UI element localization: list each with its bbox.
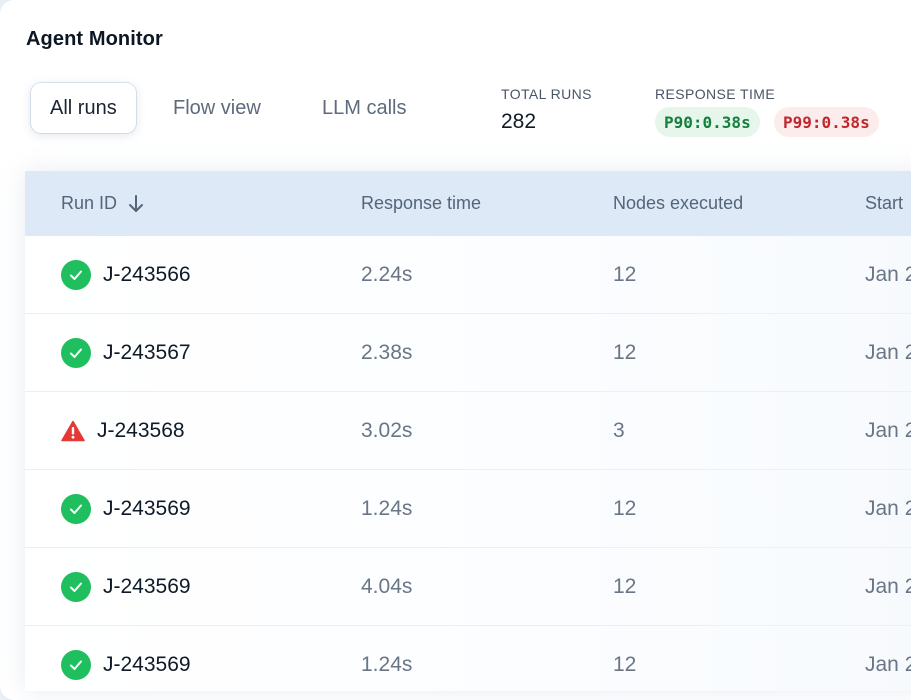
response-time-cell: 2.38s xyxy=(361,341,413,364)
start-cell: Jan 2 xyxy=(865,419,911,442)
arrow-down-icon[interactable] xyxy=(127,194,145,214)
p99-badge: P99:0.38s xyxy=(774,107,879,137)
check-circle-icon xyxy=(61,650,91,680)
total-runs-label: TOTAL RUNS xyxy=(501,86,592,102)
run-id-text[interactable]: J-243569 xyxy=(103,653,191,677)
tab-flow-view[interactable]: Flow view xyxy=(173,83,261,133)
start-cell: Jan 2 xyxy=(865,575,911,598)
runs-table: Run ID Response time Nodes executed Star… xyxy=(25,171,911,691)
check-circle-icon xyxy=(61,260,91,290)
tab-all-runs[interactable]: All runs xyxy=(31,83,136,133)
table-row[interactable]: J-243567 2.38s 12 Jan 2 xyxy=(25,314,911,392)
tab-llm-calls[interactable]: LLM calls xyxy=(322,83,406,133)
column-header-start[interactable]: Start xyxy=(865,171,903,236)
app-title: Agent Monitor xyxy=(26,28,163,50)
agent-monitor-panel: Agent Monitor All runs Flow view LLM cal… xyxy=(0,0,911,700)
table-header: Run ID Response time Nodes executed Star… xyxy=(25,171,911,236)
p90-badge: P90:0.38s xyxy=(655,107,760,137)
table-row[interactable]: J-243566 2.24s 12 Jan 2 xyxy=(25,236,911,314)
response-time-cell: 4.04s xyxy=(361,575,413,598)
run-id-text[interactable]: J-243568 xyxy=(97,419,185,443)
response-time-cell: 1.24s xyxy=(361,653,413,676)
column-header-run-id[interactable]: Run ID xyxy=(61,171,145,236)
nodes-executed-cell: 12 xyxy=(613,497,637,520)
run-id-cell: J-243569 xyxy=(61,548,191,626)
start-cell: Jan 2 xyxy=(865,497,911,520)
column-header-response-time[interactable]: Response time xyxy=(361,171,481,236)
run-id-cell: J-243569 xyxy=(61,470,191,548)
check-circle-icon xyxy=(61,338,91,368)
table-row[interactable]: J-243569 1.24s 12 Jan 2 xyxy=(25,470,911,548)
start-cell: Jan 2 xyxy=(865,263,911,286)
nodes-executed-cell: 3 xyxy=(613,419,625,442)
run-id-text[interactable]: J-243569 xyxy=(103,575,191,599)
response-time-cell: 2.24s xyxy=(361,263,413,286)
table-row[interactable]: J-243569 1.24s 12 Jan 2 xyxy=(25,626,911,691)
column-header-nodes-executed[interactable]: Nodes executed xyxy=(613,171,743,236)
run-id-text[interactable]: J-243569 xyxy=(103,497,191,521)
nodes-executed-cell: 12 xyxy=(613,263,637,286)
run-id-cell: J-243569 xyxy=(61,626,191,691)
nodes-executed-cell: 12 xyxy=(613,575,637,598)
run-id-cell: J-243568 xyxy=(61,392,185,470)
start-cell: Jan 2 xyxy=(865,653,911,676)
check-circle-icon xyxy=(61,494,91,524)
nodes-executed-cell: 12 xyxy=(613,653,637,676)
table-row[interactable]: J-243569 4.04s 12 Jan 2 xyxy=(25,548,911,626)
check-circle-icon xyxy=(61,572,91,602)
run-id-text[interactable]: J-243567 xyxy=(103,341,191,365)
total-runs-value: 282 xyxy=(501,110,537,133)
nodes-executed-cell: 12 xyxy=(613,341,637,364)
warning-triangle-icon xyxy=(61,420,85,442)
start-cell: Jan 2 xyxy=(865,341,911,364)
run-id-cell: J-243567 xyxy=(61,314,191,392)
run-id-cell: J-243566 xyxy=(61,236,191,314)
view-tabs: All runs Flow view LLM calls xyxy=(31,83,406,133)
table-row[interactable]: J-243568 3.02s 3 Jan 2 xyxy=(25,392,911,470)
response-time-cell: 3.02s xyxy=(361,419,413,442)
run-id-text[interactable]: J-243566 xyxy=(103,263,191,287)
response-time-label: RESPONSE TIME xyxy=(655,86,776,102)
response-time-cell: 1.24s xyxy=(361,497,413,520)
column-header-label: Run ID xyxy=(61,193,118,213)
